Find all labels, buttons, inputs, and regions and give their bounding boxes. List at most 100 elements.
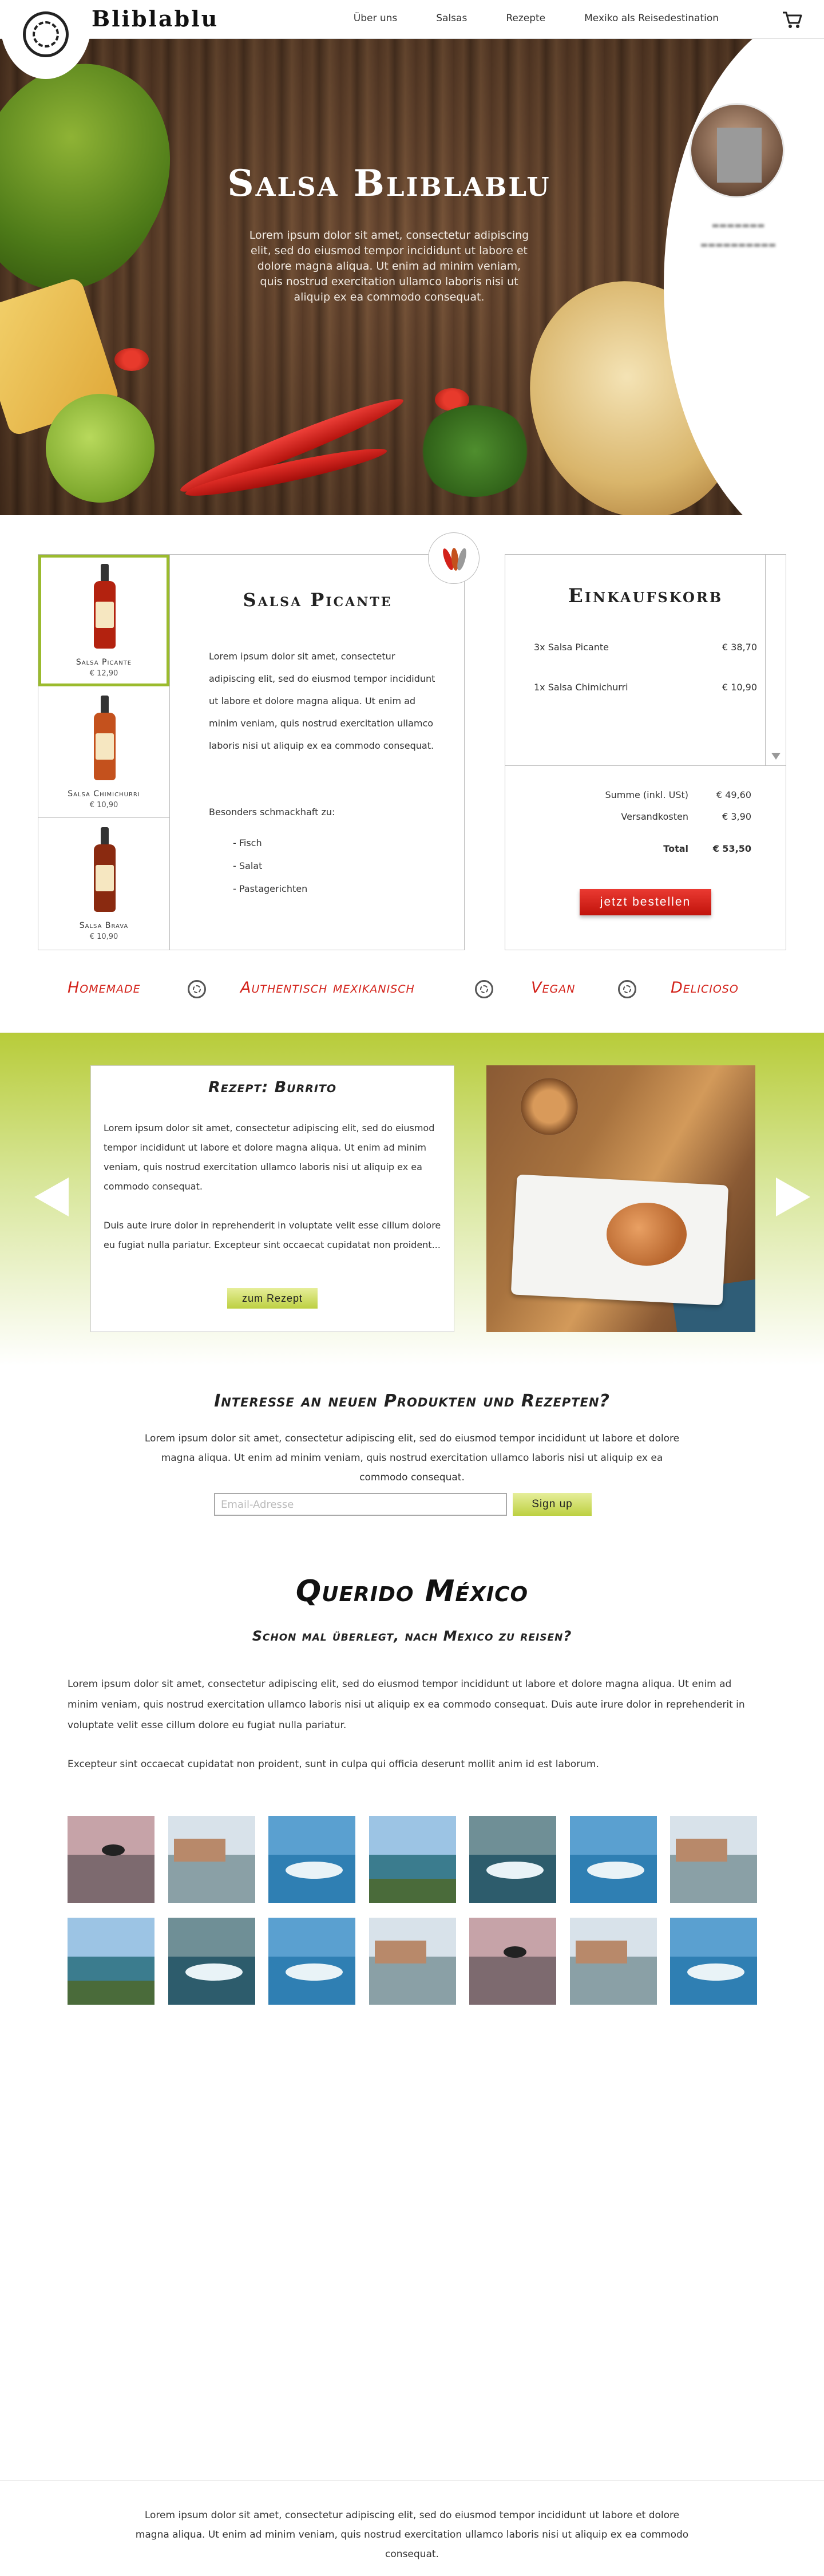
lime-image (46, 394, 154, 503)
cart-divider (505, 765, 786, 766)
photo-sky (670, 1918, 757, 1957)
buildings-shape (575, 1941, 627, 1963)
mexico-subtitle: Schon mal überlegt, nach Mexico zu reise… (252, 1628, 572, 1644)
feature-strip: Homemade Authentisch mexikanisch Vegan D… (0, 967, 824, 1013)
recipe-carousel: Rezept: Burrito Lorem ipsum dolor sit am… (0, 1033, 824, 1366)
gallery-photo-jetski[interactable] (268, 1816, 355, 1903)
signup-button[interactable]: Sign up (513, 1493, 592, 1516)
gallery-photo-boat-wake[interactable] (469, 1816, 556, 1903)
photo-sky (168, 1918, 255, 1957)
product-price: € 10,90 (89, 801, 118, 809)
photo-ground (469, 1957, 556, 2005)
product-name: Salsa Chimichurri (68, 789, 140, 799)
cart-item[interactable]: 3x Salsa Picante € 38,70 (534, 642, 757, 653)
gallery-photo-coastal-town[interactable] (670, 1816, 757, 1903)
cart-item-label: 3x Salsa Picante (534, 642, 609, 653)
gallery-photo-jetski[interactable] (268, 1918, 355, 2005)
gallery-photo-coastal-town[interactable] (569, 1918, 657, 2005)
nav-item-ueber-uns[interactable]: Über uns (334, 13, 417, 24)
cart-item[interactable]: 1x Salsa Chimichurri € 10,90 (534, 682, 757, 693)
water-wake-shape (185, 1963, 243, 1981)
bottle-picante-image (94, 564, 116, 649)
to-recipe-button[interactable]: zum Rezept (227, 1288, 318, 1309)
hills-shape (68, 1981, 154, 2005)
brand-name[interactable]: Bliblablu (92, 6, 219, 31)
separator-inner (480, 985, 488, 993)
mexico-title: Querido México (295, 1574, 529, 1609)
burrito-photo (486, 1065, 755, 1332)
gallery-photo-boat-wake[interactable] (168, 1918, 255, 2005)
product-detail-title: Salsa Picante (243, 589, 393, 611)
nav-item-salsas[interactable]: Salsas (417, 13, 486, 24)
product-name: Salsa Brava (79, 921, 129, 930)
product-panel: Salsa Picante € 12,90 Salsa Chimichurri … (38, 554, 465, 950)
cart-scrollbar[interactable] (765, 555, 786, 765)
profile-avatar[interactable] (690, 103, 785, 198)
photo-ground (369, 1957, 456, 2005)
bottle-label (96, 865, 114, 891)
bottle-label (96, 733, 114, 760)
nav-item-mexiko[interactable]: Mexiko als Reisedestination (565, 13, 738, 24)
pairing-list: - Fisch - Salat - Pastagerichten (233, 832, 307, 900)
feature-authentisch: Authentisch mexikanisch (240, 979, 415, 997)
gallery-photo-jetski[interactable] (670, 1918, 757, 2005)
prev-arrow-icon[interactable] (34, 1178, 69, 1216)
recipe-paragraph: Lorem ipsum dolor sit amet, consectetur … (104, 1123, 435, 1192)
water-wake-shape (286, 1963, 343, 1981)
photo-sky (68, 1918, 154, 1957)
pairing-label: Besonders schmackhaft zu: (209, 807, 335, 817)
total-value: € 53,50 (712, 843, 751, 854)
gallery-photo-paragliding[interactable] (469, 1918, 556, 2005)
shopping-cart-panel: Einkaufskorb 3x Salsa Picante € 38,70 1x… (505, 554, 786, 950)
gallery-photo-paragliding[interactable] (68, 1816, 154, 1903)
feature-homemade: Homemade (68, 979, 141, 997)
bottle-label (96, 602, 114, 628)
buildings-shape (676, 1839, 727, 1862)
gallery-photo-lagoon[interactable] (68, 1918, 154, 2005)
photo-sky (569, 1816, 657, 1855)
hero-banner: ▬▬▬▬▬▬▬ ▬▬▬▬▬▬▬▬▬▬ Salsa Bliblablu Lorem… (0, 39, 824, 515)
feature-vegan: Vegan (531, 979, 576, 997)
product-thumb-picante[interactable]: Salsa Picante € 12,90 (38, 555, 169, 686)
cart-item-price: € 10,90 (722, 682, 757, 693)
gallery-photo-coastal-town[interactable] (369, 1918, 456, 2005)
product-thumb-chimichurri[interactable]: Salsa Chimichurri € 10,90 (38, 686, 169, 818)
cart-title: Einkaufskorb (568, 584, 723, 607)
product-name: Salsa Picante (76, 658, 132, 667)
newsletter-text: Lorem ipsum dolor sit amet, consectetur … (144, 1433, 680, 1483)
avatar-blur (717, 128, 762, 183)
aztec-logo-inner (33, 21, 59, 48)
aztec-logo-icon[interactable] (23, 11, 69, 57)
subtotal-label: Summe (inkl. USt) (605, 789, 689, 800)
hero-text: Lorem ipsum dolor sit amet, consectetur … (249, 229, 529, 303)
gallery-photo-jetski[interactable] (569, 1816, 657, 1903)
email-field[interactable] (214, 1493, 507, 1516)
cart-icon[interactable] (781, 8, 803, 31)
cart-item-label: 1x Salsa Chimichurri (534, 682, 628, 693)
gallery-photo-lagoon[interactable] (369, 1816, 456, 1903)
scroll-down-icon[interactable] (771, 753, 781, 760)
newsletter-title: Interesse an neuen Produkten und Rezepte… (214, 1391, 610, 1411)
profile-name-blurred: ▬▬▬▬▬▬▬ (711, 221, 765, 230)
product-thumb-brava[interactable]: Salsa Brava € 10,90 (38, 818, 169, 950)
coffee-cup-shape (521, 1078, 578, 1135)
footer-text: Lorem ipsum dolor sit amet, consectetur … (135, 2510, 689, 2560)
list-item: - Fisch (233, 837, 262, 848)
next-arrow-icon[interactable] (776, 1178, 810, 1216)
total-label: Total (663, 843, 688, 854)
nav-item-rezepte[interactable]: Rezepte (486, 13, 565, 24)
mexico-text-2: Excepteur sint occaecat cupidatat non pr… (68, 1759, 599, 1770)
main-nav: Über uns Salsas Rezepte Mexiko als Reise… (334, 13, 738, 24)
photo-sky (268, 1816, 355, 1855)
bottle-chimichurri-image (94, 696, 116, 780)
water-wake-shape (587, 1862, 644, 1879)
gallery-photo-coastal-town[interactable] (168, 1816, 255, 1903)
mexico-text: Lorem ipsum dolor sit amet, consectetur … (68, 1678, 745, 1731)
feature-delicioso: Delicioso (671, 979, 739, 997)
photo-sky (469, 1816, 556, 1855)
profile-sub-blurred: ▬▬▬▬▬▬▬▬▬▬ (700, 240, 777, 250)
recipe-text: Lorem ipsum dolor sit amet, consectetur … (104, 1119, 441, 1255)
aztec-separator-icon (618, 980, 636, 998)
order-button[interactable]: jetzt bestellen (580, 889, 711, 915)
chili-peppers-icon (428, 532, 480, 584)
